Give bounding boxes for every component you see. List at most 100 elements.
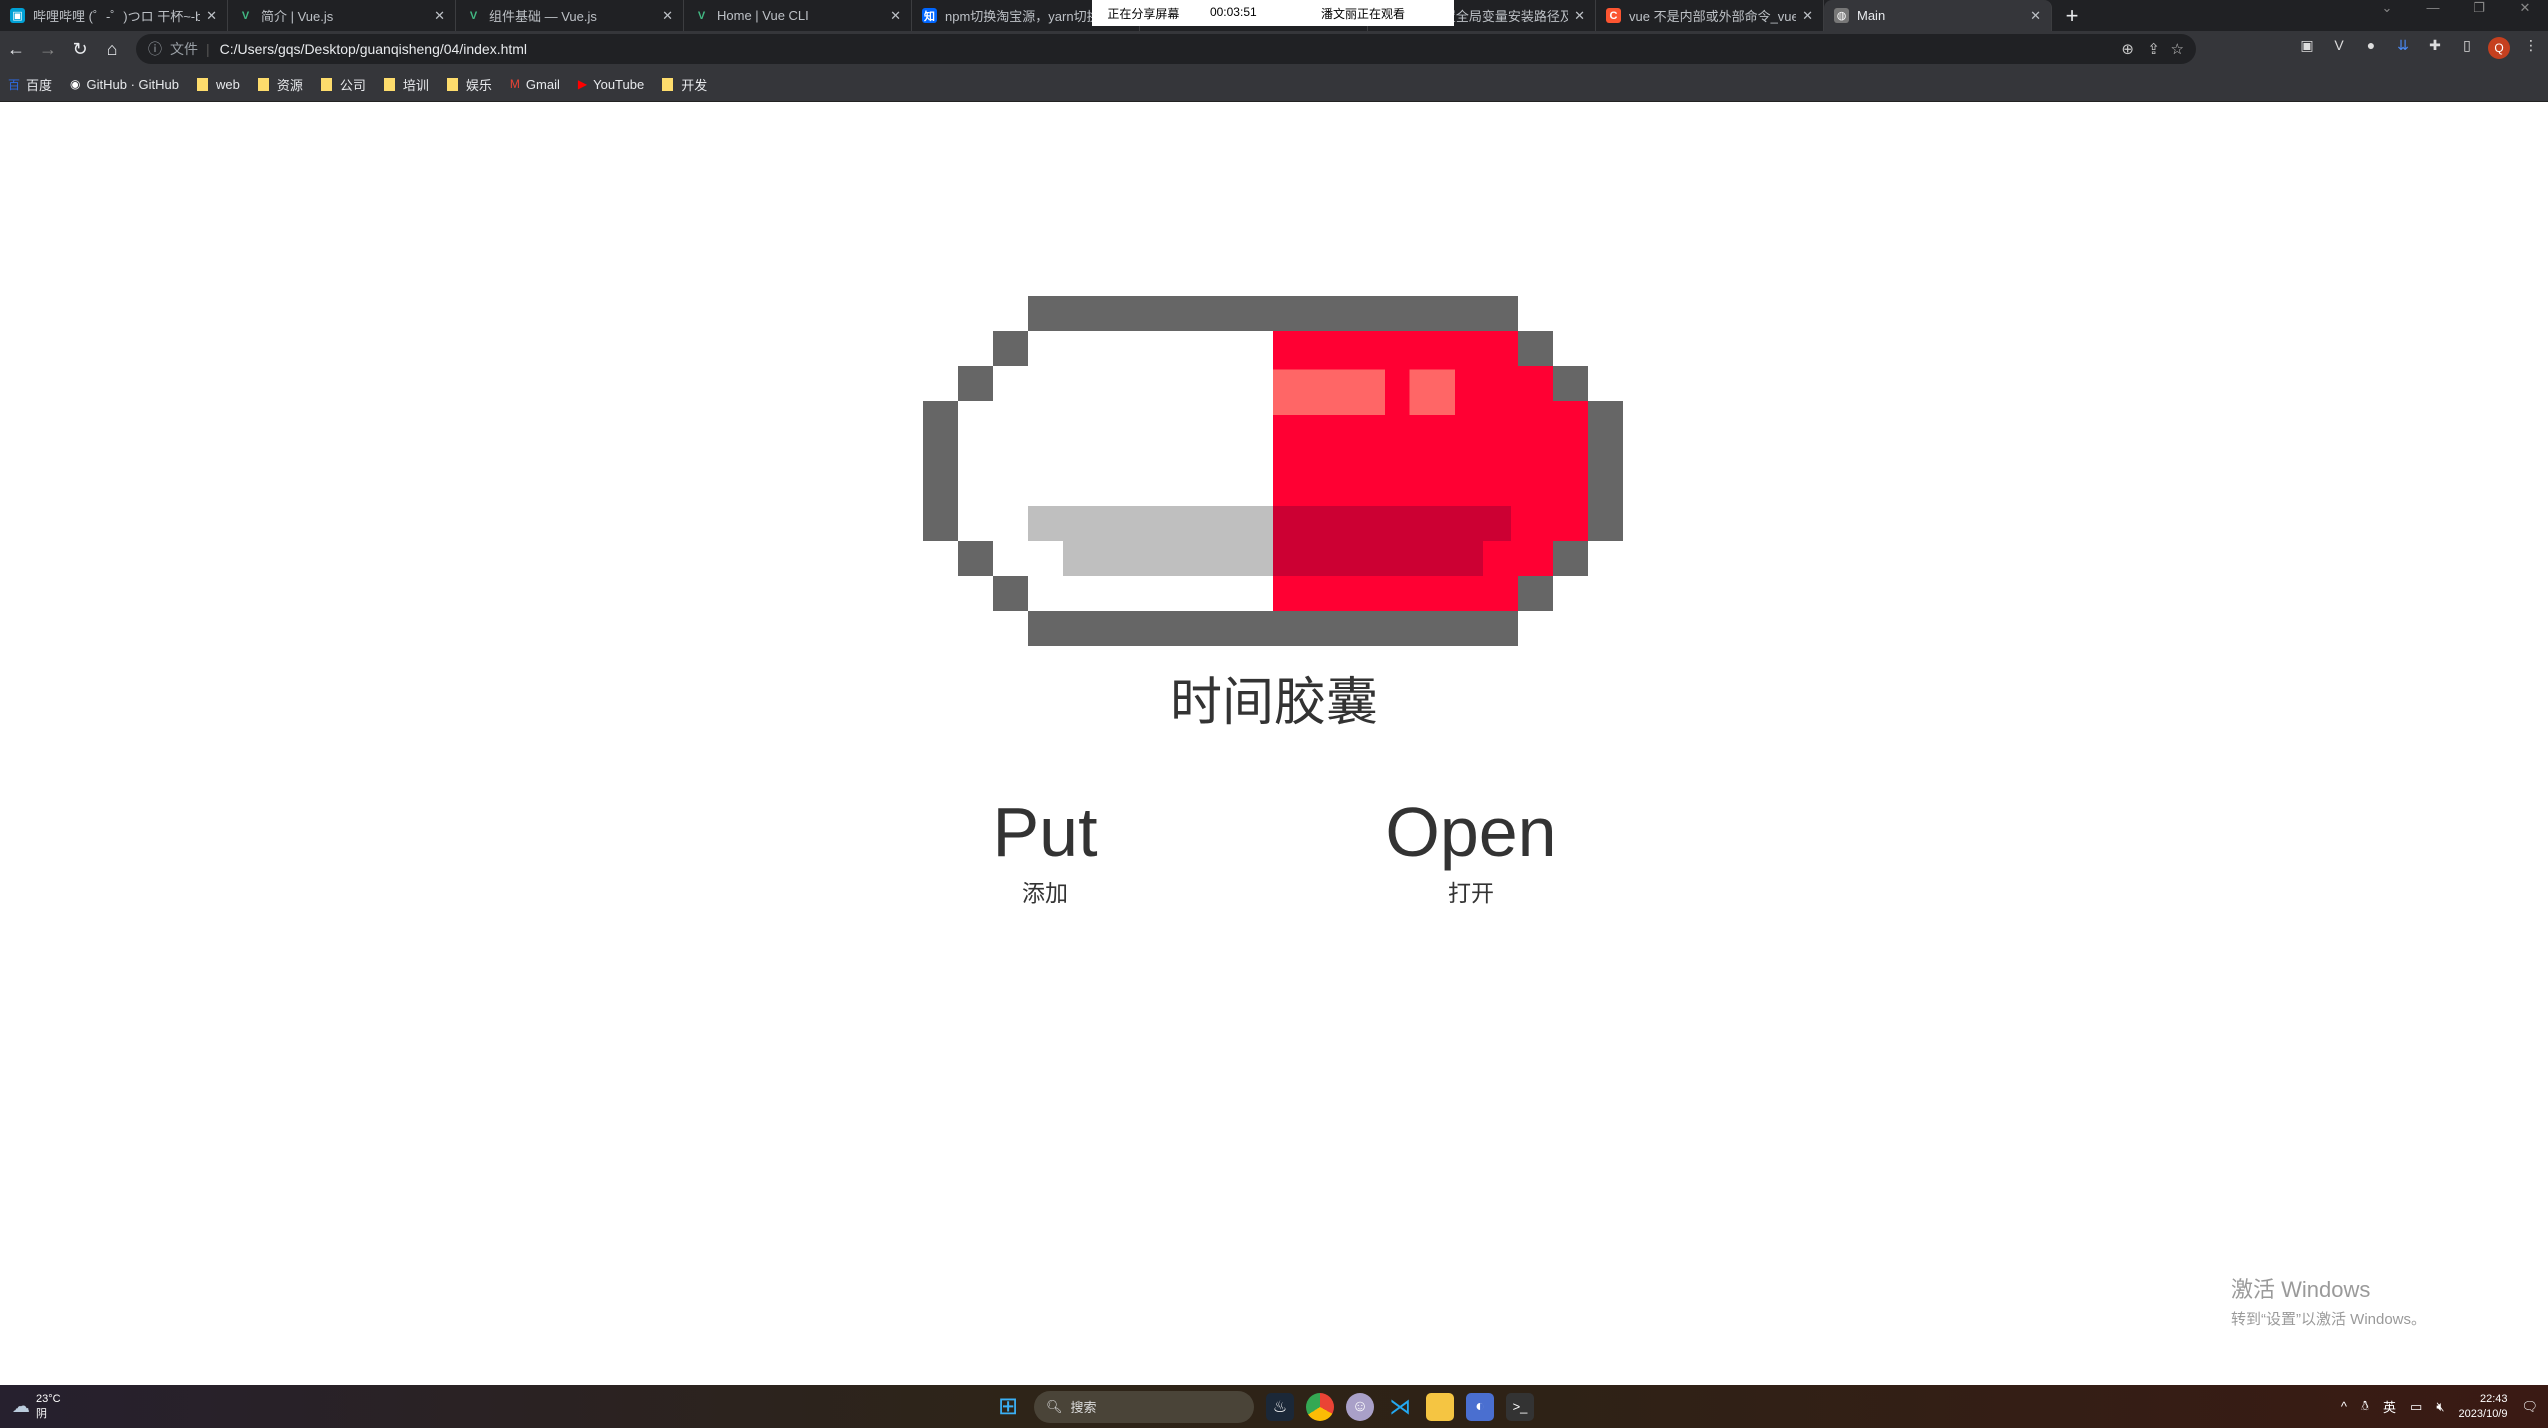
tab-title: Home | Vue CLI <box>717 8 809 23</box>
file-explorer-icon[interactable] <box>1426 1392 1454 1421</box>
gmail-icon: M <box>509 77 520 91</box>
restore-button[interactable]: ❐ <box>2456 0 2502 20</box>
search-icon: 🔍︎ <box>1046 1398 1063 1414</box>
open-sublabel: 打开 <box>1448 880 1494 906</box>
tab[interactable]: V Home | Vue CLI ✕ <box>684 0 912 31</box>
star-icon[interactable]: ☆ <box>2171 40 2184 58</box>
bilibili-icon: ▣ <box>10 8 25 23</box>
share-timer: 00:03:51 <box>1209 4 1257 19</box>
extension-icon[interactable]: ▣ <box>2296 37 2318 59</box>
system-tray: ^ 🐧︎ 英 ▭ 🔇︎ 22:43 2023/10/9 🗨︎ <box>2341 1392 2538 1422</box>
vscode-icon[interactable]: ⋊ <box>1386 1393 1414 1421</box>
menu-icon[interactable]: ⋮ <box>2520 37 2542 59</box>
github-icon: ◉ <box>70 77 81 91</box>
bookmark-label: 开发 <box>681 77 708 93</box>
open-label: Open <box>1385 793 1557 871</box>
bookmark[interactable]: 娱乐 <box>446 75 492 94</box>
ime-language[interactable]: 英 <box>2383 1397 2396 1416</box>
forward-button[interactable]: → <box>32 39 64 60</box>
new-tab-button[interactable]: + <box>2052 0 2092 31</box>
bookmark-label: GitHub · GitHub <box>86 76 179 92</box>
bookmark[interactable]: 资源 <box>257 75 303 94</box>
folder-icon <box>446 77 458 91</box>
folder-icon <box>383 77 395 91</box>
profile-avatar[interactable]: Q <box>2488 37 2510 59</box>
url-text[interactable]: C:/Users/gqs/Desktop/guanqisheng/04/inde… <box>220 41 527 57</box>
back-button[interactable]: ← <box>0 39 32 60</box>
vue-devtools-icon[interactable]: V <box>2328 37 2350 59</box>
info-icon[interactable]: ⓘ <box>148 39 162 59</box>
capsule-highlight <box>1273 369 1455 415</box>
open-button[interactable]: Open 打开 <box>1321 792 1621 908</box>
close-tab-icon[interactable]: ✕ <box>206 8 217 24</box>
bookmark-label: Gmail <box>525 76 560 92</box>
close-tab-icon[interactable]: ✕ <box>434 8 445 24</box>
notification-icon[interactable]: 🗨︎ <box>2521 1399 2538 1415</box>
app-avatar-icon[interactable]: ☺ <box>1346 1392 1374 1421</box>
taskbar: ☁ 23°C 阴 ⊞ 🔍︎ 搜索 ♨ ☺ ⋊ ◐ >_ ^ 🐧︎ 英 ▭ 🔇︎ 22… <box>0 1385 2548 1428</box>
cloud-icon: ☁ <box>12 1396 30 1416</box>
close-tab-icon[interactable]: ✕ <box>662 8 673 24</box>
activation-watermark: 激活 Windows 转到“设置”以激活 Windows。 <box>2231 1272 2426 1329</box>
csdn-icon: C <box>1606 8 1621 23</box>
share-viewer: 潘文丽正在观看 <box>1320 6 1405 21</box>
share-icon[interactable]: ⇪ <box>2147 40 2160 58</box>
weather-widget[interactable]: ☁ 23°C 阴 <box>12 1393 61 1421</box>
reload-button[interactable]: ↻ <box>64 39 96 60</box>
tab[interactable]: V 组件基础 — Vue.js ✕ <box>456 0 684 31</box>
put-sublabel: 添加 <box>1022 880 1068 906</box>
chevron-up-icon[interactable]: ^ <box>2341 1399 2347 1414</box>
window-controls: ⌄ — ❐ ✕ <box>2364 0 2548 20</box>
close-tab-icon[interactable]: ✕ <box>2030 8 2041 24</box>
home-button[interactable]: ⌂ <box>96 39 128 60</box>
puzzle-icon[interactable]: ✚ <box>2424 37 2446 59</box>
bookmark[interactable]: ◉ GitHub · GitHub <box>70 77 179 92</box>
folder-icon <box>257 77 269 91</box>
address-bar[interactable]: ⓘ 文件 | C:/Users/gqs/Desktop/guanqisheng/… <box>136 34 2196 64</box>
qq-icon[interactable]: 🐧︎ <box>2361 1398 2369 1415</box>
download-extension-icon[interactable]: ⇊ <box>2392 37 2414 59</box>
chrome-icon[interactable] <box>1306 1392 1334 1421</box>
tab-title: Main <box>1857 8 1886 23</box>
close-tab-icon[interactable]: ✕ <box>1802 8 1813 24</box>
volume-muted-icon[interactable]: 🔇︎ <box>2436 1399 2444 1415</box>
put-button[interactable]: Put 添加 <box>895 792 1195 908</box>
page-content: 时间胶囊 Put 添加 Open 打开 激活 Windows 转到“设置”以激活… <box>0 102 2548 1385</box>
bookmark[interactable]: M Gmail <box>510 77 560 92</box>
taskbar-search[interactable]: 🔍︎ 搜索 <box>1034 1390 1254 1423</box>
sidepanel-icon[interactable]: ▯ <box>2456 37 2478 59</box>
close-window-button[interactable]: ✕ <box>2502 0 2548 20</box>
bookmark[interactable]: 百百度 <box>8 75 52 94</box>
zoom-icon[interactable]: ⊕ <box>2121 40 2134 58</box>
clock[interactable]: 22:43 2023/10/9 <box>2459 1392 2508 1422</box>
tab-search-icon[interactable]: ⌄ <box>2364 0 2410 20</box>
minimize-button[interactable]: — <box>2410 0 2456 20</box>
vue-icon: V <box>469 9 478 22</box>
bookmark-label: 资源 <box>276 77 303 93</box>
steam-icon[interactable]: ♨ <box>1266 1392 1294 1421</box>
bookmark[interactable]: web <box>197 77 240 92</box>
time: 22:43 <box>2479 1392 2508 1405</box>
close-tab-icon[interactable]: ✕ <box>890 8 901 24</box>
globe-icon: ◍ <box>1834 8 1849 23</box>
windows-start-icon[interactable]: ⊞ <box>994 1393 1022 1421</box>
tab[interactable]: V 简介 | Vue.js ✕ <box>228 0 456 31</box>
bookmark[interactable]: ▶ YouTube <box>578 77 644 92</box>
tab[interactable]: ◍ Main ✕ <box>1824 0 2052 31</box>
toolbar: ← → ↻ ⌂ ⓘ 文件 | C:/Users/gqs/Desktop/guan… <box>0 31 2548 67</box>
bookmark[interactable]: 培训 <box>383 75 429 94</box>
close-tab-icon[interactable]: ✕ <box>1574 8 1585 24</box>
bookmark[interactable]: 公司 <box>320 75 366 94</box>
tab-title: npm切换淘宝源，yarn切换 <box>945 9 1100 24</box>
folder-icon <box>320 77 332 91</box>
terminal-icon[interactable]: >_ <box>1506 1392 1534 1421</box>
zhihu-icon: 知 <box>922 8 937 23</box>
tab[interactable]: ▣ 哔哩哔哩 (゜-゜)つロ 干杯~-bilibili ✕ <box>0 0 228 31</box>
bookmark[interactable]: 开发 <box>662 75 707 94</box>
remote-app-icon[interactable]: ◐ <box>1466 1392 1494 1421</box>
watermark-title: 激活 Windows <box>2231 1277 2371 1302</box>
capsule-shadow <box>1028 506 1511 576</box>
network-icon[interactable]: ▭ <box>2410 1399 2422 1415</box>
extension-circle-icon[interactable]: ● <box>2360 37 2382 59</box>
tab[interactable]: Cvue 不是内部或外部命令_vue ✕ <box>1596 0 1824 31</box>
